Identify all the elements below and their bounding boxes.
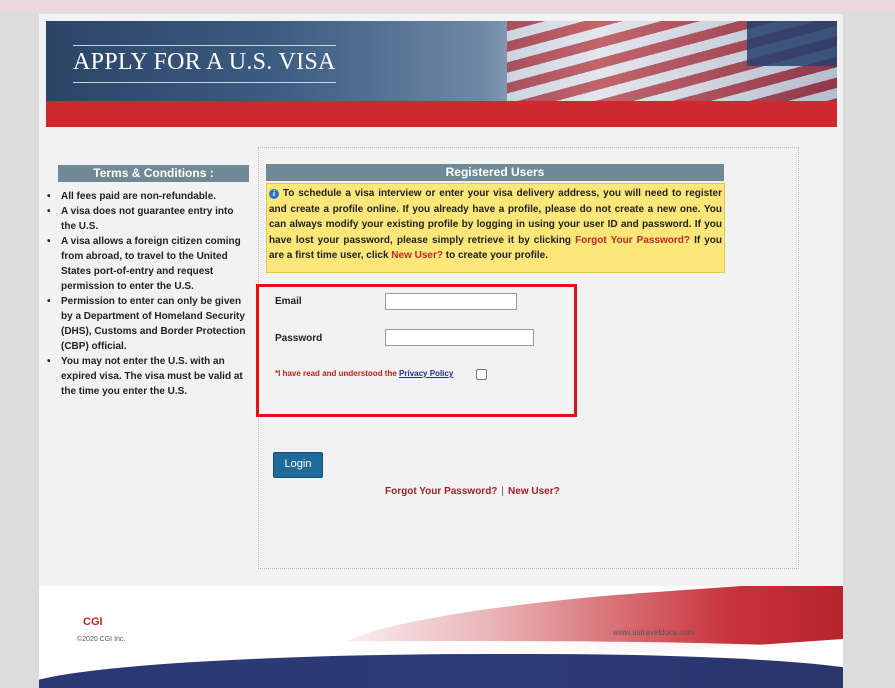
info-icon: i — [269, 189, 279, 199]
login-button[interactable]: Login — [273, 452, 323, 478]
info-forgot-password-link[interactable]: Forgot Your Password? — [575, 235, 690, 246]
terms-item: A visa allows a foreign citizen coming f… — [47, 234, 247, 294]
terms-item: Permission to enter can only be given by… — [47, 294, 247, 354]
website-text: www.ustraveldocs.com — [613, 628, 695, 637]
link-separator: | — [501, 486, 505, 497]
registered-users-heading: Registered Users — [266, 164, 724, 181]
header-banner: APPLY FOR A U.S. VISA — [46, 21, 837, 101]
privacy-text: *I have read and understood the — [275, 369, 400, 378]
page-container: APPLY FOR A U.S. VISA Terms & Conditions… — [39, 14, 843, 688]
email-input[interactable] — [385, 293, 517, 310]
terms-item: A visa does not guarantee entry into the… — [47, 204, 247, 234]
password-input[interactable] — [385, 329, 534, 346]
footer: CGI ©2020 CGI Inc. www.ustraveldocs.com — [39, 586, 843, 688]
info-new-user-link[interactable]: New User? — [391, 250, 443, 261]
info-notice: i To schedule a visa interview or enter … — [266, 183, 725, 273]
new-user-link[interactable]: New User? — [508, 486, 560, 497]
copyright-text: ©2020 CGI Inc. — [77, 636, 126, 643]
forgot-password-link[interactable]: Forgot Your Password? — [385, 486, 497, 497]
terms-item: All fees paid are non-refundable. — [47, 189, 247, 204]
privacy-policy-link[interactable]: Privacy Policy — [399, 369, 453, 378]
terms-heading: Terms & Conditions : — [58, 165, 249, 182]
privacy-checkbox[interactable] — [476, 369, 487, 380]
terms-list: All fees paid are non-refundable. A visa… — [47, 189, 247, 399]
terms-item: You may not enter the U.S. with an expir… — [47, 354, 247, 399]
login-links: Forgot Your Password? | New User? — [385, 486, 560, 497]
header-red-bar — [46, 101, 837, 127]
password-label: Password — [275, 333, 323, 344]
privacy-agreement: *I have read and understood the Privacy … — [275, 369, 453, 378]
flag-canton-decoration — [747, 21, 837, 66]
email-label: Email — [275, 296, 302, 307]
cgi-logo: CGI — [83, 616, 103, 628]
top-strip — [0, 0, 895, 12]
page-title: APPLY FOR A U.S. VISA — [73, 45, 336, 83]
info-text: to create your profile. — [442, 250, 549, 261]
